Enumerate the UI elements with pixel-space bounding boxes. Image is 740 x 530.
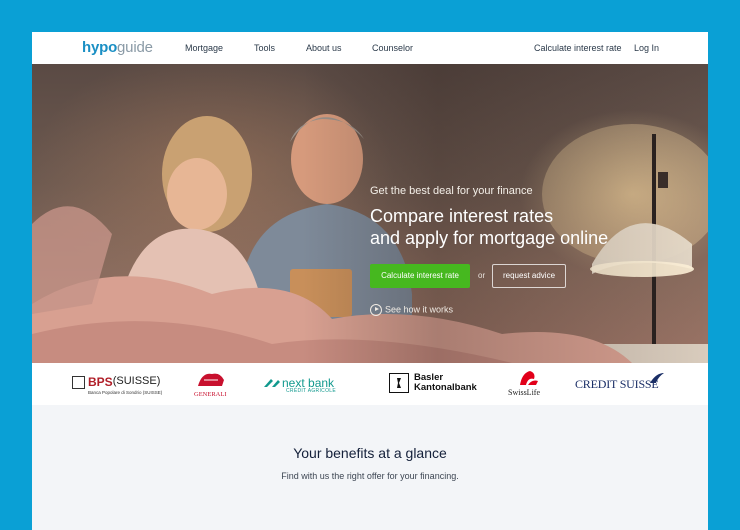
- hero-headline-line-1: Compare interest rates: [370, 206, 554, 226]
- logo-part-hypo: hypo: [82, 39, 118, 56]
- logo-part-guide: guide: [117, 39, 153, 56]
- swisslife-name: SwissLife: [508, 388, 540, 397]
- request-advice-button[interactable]: request advice: [492, 264, 566, 288]
- calculate-interest-rate-button[interactable]: Calculate interest rate: [370, 264, 470, 288]
- hypoguide-logo[interactable]: hypoguide: [82, 39, 153, 56]
- nav-link-counselor[interactable]: Counselor: [372, 43, 413, 53]
- nav-link-mortgage[interactable]: Mortgage: [185, 43, 223, 53]
- bps-subtitle: Banca Popolare di Sondrio (SUISSE): [88, 390, 163, 395]
- next-bank-logo: next bank CRÉDIT AGRICOLE: [262, 374, 336, 394]
- nav-link-log-in[interactable]: Log In: [634, 43, 659, 53]
- bps-suisse-label: (SUISSE): [112, 375, 161, 387]
- nav-link-calculate-interest-rate[interactable]: Calculate interest rate: [534, 43, 622, 53]
- play-circle-icon: [370, 304, 382, 316]
- partner-logos-strip: BPS(SUISSE) Banca Popolare di Sondrio (S…: [32, 363, 708, 405]
- benefits-title: Your benefits at a glance: [293, 445, 447, 461]
- generali-lion-icon: [198, 373, 224, 386]
- bps-suisse-logo: BPS(SUISSE) Banca Popolare di Sondrio (S…: [72, 375, 163, 395]
- credit-suisse-sail-icon: [650, 373, 664, 383]
- credit-suisse-name: CREDIT SUISSE: [575, 377, 659, 391]
- top-navigation: hypoguide Mortgage Tools About us Counse…: [32, 32, 708, 64]
- bps-name: BPS: [88, 375, 113, 389]
- next-bank-icon: [262, 376, 282, 388]
- bkb-emblem-icon: [389, 373, 409, 393]
- bkb-name: Basler Kantonalbank: [414, 373, 477, 393]
- basler-kantonalbank-logo: Basler Kantonalbank: [389, 373, 477, 393]
- see-how-it-works-label: See how it works: [385, 304, 454, 315]
- benefits-section: Your benefits at a glance Find with us t…: [32, 405, 708, 530]
- swisslife-icon: [520, 371, 538, 385]
- nav-link-about-us[interactable]: About us: [306, 43, 342, 53]
- or-separator: or: [478, 271, 486, 280]
- benefits-subtitle: Find with us the right offer for your fi…: [281, 471, 459, 481]
- next-bank-subtitle: CRÉDIT AGRICOLE: [286, 388, 336, 394]
- hero-tagline: Get the best deal for your finance: [370, 185, 533, 197]
- nav-link-tools[interactable]: Tools: [254, 43, 275, 53]
- bps-emblem-icon: [72, 376, 85, 389]
- credit-suisse-logo: CREDIT SUISSE: [575, 373, 664, 393]
- page-frame: hypoguide Mortgage Tools About us Counse…: [32, 32, 708, 530]
- hero-headline: Compare interest rates and apply for mor…: [370, 205, 670, 249]
- swisslife-logo: SwissLife: [506, 367, 550, 397]
- see-how-it-works-link[interactable]: See how it works: [370, 304, 453, 318]
- hero-headline-line-2: and apply for mortgage online: [370, 228, 609, 248]
- generali-name: GENERALI: [194, 391, 227, 398]
- bkb-name-line-2: Kantonalbank: [414, 382, 477, 393]
- hero-banner: Get the best deal for your finance Compa…: [32, 64, 708, 363]
- generali-logo: GENERALI: [194, 368, 228, 398]
